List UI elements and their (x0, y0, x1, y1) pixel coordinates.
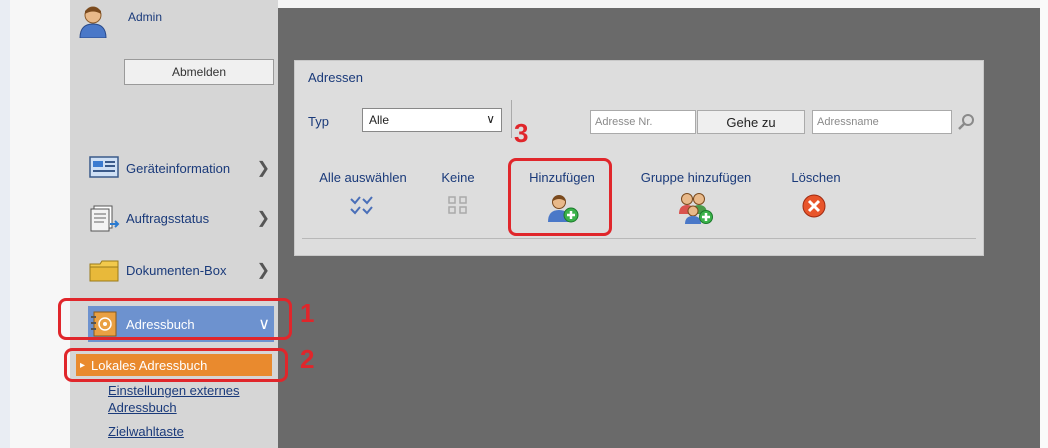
select-none-button[interactable]: Keine (432, 170, 484, 185)
sidebar-subitem-speed-dial[interactable]: Zielwahltaste (108, 424, 184, 439)
user-avatar-icon (79, 6, 107, 38)
user-name: Admin (128, 10, 163, 24)
select-all-icon (350, 196, 373, 215)
select-none-label: Keine (441, 170, 475, 185)
window-left-margin (10, 0, 70, 448)
type-select-value: Alle (369, 113, 390, 127)
add-button[interactable]: Hinzufügen (516, 170, 608, 185)
chevron-right-icon: ❯ (256, 262, 270, 279)
panel-divider (302, 238, 976, 239)
addresses-panel (294, 60, 984, 256)
select-none-icon (448, 196, 467, 214)
add-group-button[interactable]: Gruppe hinzufügen (626, 170, 766, 185)
address-name-input[interactable]: Adressname (812, 110, 952, 134)
callout-box-1 (58, 298, 292, 340)
type-select[interactable]: Alle ∨ (362, 108, 502, 132)
sidebar-subitem-external-address-book[interactable]: Einstellungen externes Adressbuch (108, 382, 268, 416)
add-group-icon (679, 193, 713, 224)
goto-button[interactable]: Gehe zu (697, 110, 805, 134)
sidebar-item-job-status[interactable]: Auftragsstatus ❯ (88, 200, 274, 236)
job-status-icon (90, 205, 120, 232)
add-label: Hinzufügen (529, 170, 595, 185)
chevron-right-icon: ❯ (256, 160, 270, 177)
delete-icon (802, 194, 826, 218)
sidebar-item-label: Auftragsstatus (126, 210, 210, 226)
step-number-1: 1 (300, 298, 315, 328)
add-group-label: Gruppe hinzufügen (640, 170, 752, 185)
delete-button[interactable]: Löschen (784, 170, 848, 185)
step-number-3: 3 (514, 118, 529, 148)
chevron-right-icon: ❯ (256, 210, 270, 227)
callout-box-2 (64, 348, 288, 382)
select-all-label: Alle auswählen (319, 170, 407, 185)
sidebar-item-label: Dokumenten-Box (126, 262, 227, 278)
address-number-input[interactable]: Adresse Nr. (590, 110, 696, 134)
step-number-2: 2 (300, 344, 315, 374)
add-user-icon (548, 195, 579, 223)
top-strip (278, 0, 1040, 8)
window-right-edge (1040, 0, 1048, 448)
document-box-icon (89, 260, 119, 282)
type-label: Typ (308, 114, 329, 129)
select-all-button[interactable]: Alle auswählen (308, 170, 418, 185)
sidebar-item-document-box[interactable]: Dokumenten-Box ❯ (88, 252, 274, 288)
chevron-down-icon: ∨ (486, 112, 495, 126)
divider (511, 100, 512, 138)
panel-title: Adressen (308, 70, 363, 85)
delete-label: Löschen (791, 170, 841, 185)
logout-button[interactable]: Abmelden (124, 59, 274, 85)
sidebar-item-label: Geräteinformation (126, 160, 231, 176)
search-icon[interactable] (956, 112, 976, 132)
sidebar-item-device-info[interactable]: Geräteinformation ❯ (88, 150, 274, 186)
device-info-icon (89, 156, 119, 178)
